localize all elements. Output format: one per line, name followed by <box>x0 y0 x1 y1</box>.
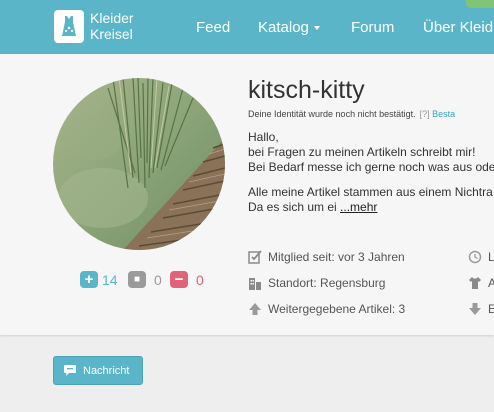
speech-bubble-icon <box>64 365 76 376</box>
profile-bio: Hallo, bei Fragen zu meinen Artikeln sch… <box>248 130 494 215</box>
identity-notice-text: Deine Identität wurde noch nicht bestäti… <box>248 109 416 119</box>
logo-line-1: Kleider <box>90 10 134 26</box>
identity-help[interactable]: [?] <box>420 109 430 119</box>
shirt-icon <box>469 277 481 289</box>
logo-line-2: Kreisel <box>90 26 133 42</box>
minus-speech-icon[interactable]: − <box>170 271 188 288</box>
meta-right-3-text: E <box>488 302 494 316</box>
meta-right-2-text: A <box>488 276 494 290</box>
plus-speech-icon[interactable]: + <box>80 271 98 288</box>
navbar-accent-tab <box>466 0 494 8</box>
positive-count: 14 <box>102 272 118 288</box>
buildings-icon <box>249 278 261 290</box>
bio-line: Hallo, <box>248 130 279 144</box>
top-navbar: Kleider Kreisel Feed Katalog Forum Über … <box>0 0 494 54</box>
bio-line-with-more: Da es sich um ei ...mehr <box>248 200 494 215</box>
bio-line: Bei Bedarf messe ich gerne noch was aus … <box>248 160 494 174</box>
message-button-label: Nachricht <box>83 365 130 377</box>
edit-check-icon <box>248 250 262 264</box>
member-since-text: Mitglied seit: vor 3 Jahren <box>268 250 405 264</box>
identity-notice: Deine Identität wurde noch nicht bestäti… <box>248 109 455 120</box>
location-text: Standort: Regensburg <box>268 276 386 290</box>
avatar <box>53 78 225 250</box>
profile-username: kitsch-kitty <box>248 76 365 104</box>
negative-count: 0 <box>196 272 204 288</box>
identity-verify-link[interactable]: Besta <box>432 109 455 119</box>
chevron-down-icon <box>313 26 320 31</box>
arrow-up-icon <box>249 303 261 315</box>
neutral-count: 0 <box>154 272 162 288</box>
logo-text[interactable]: Kleider Kreisel <box>90 10 134 42</box>
arrow-down-icon <box>469 303 481 315</box>
nav-ueber-kleiderkreisel[interactable]: Über Kleid <box>423 19 493 37</box>
bio-line: bei Fragen zu meinen Artikeln schreibt m… <box>248 145 476 159</box>
square-speech-icon[interactable]: ■ <box>128 271 146 288</box>
nav-katalog[interactable]: Katalog <box>258 19 320 37</box>
nav-feed[interactable]: Feed <box>196 19 230 37</box>
bio-line: Da es sich um ei <box>248 200 341 214</box>
meta-right-1-text: L <box>488 250 494 264</box>
nav-katalog-label: Katalog <box>258 19 309 36</box>
message-button[interactable]: Nachricht <box>53 356 143 385</box>
items-passed-text: Weitergegebene Artikel: 3 <box>268 302 406 316</box>
clock-icon <box>468 250 482 264</box>
bio-line: Alle meine Artikel stammen aus einem Nic… <box>248 185 493 199</box>
logo-dress-icon[interactable] <box>54 10 84 43</box>
nav-forum[interactable]: Forum <box>351 19 394 37</box>
bio-more-link[interactable]: ...mehr <box>340 200 377 214</box>
